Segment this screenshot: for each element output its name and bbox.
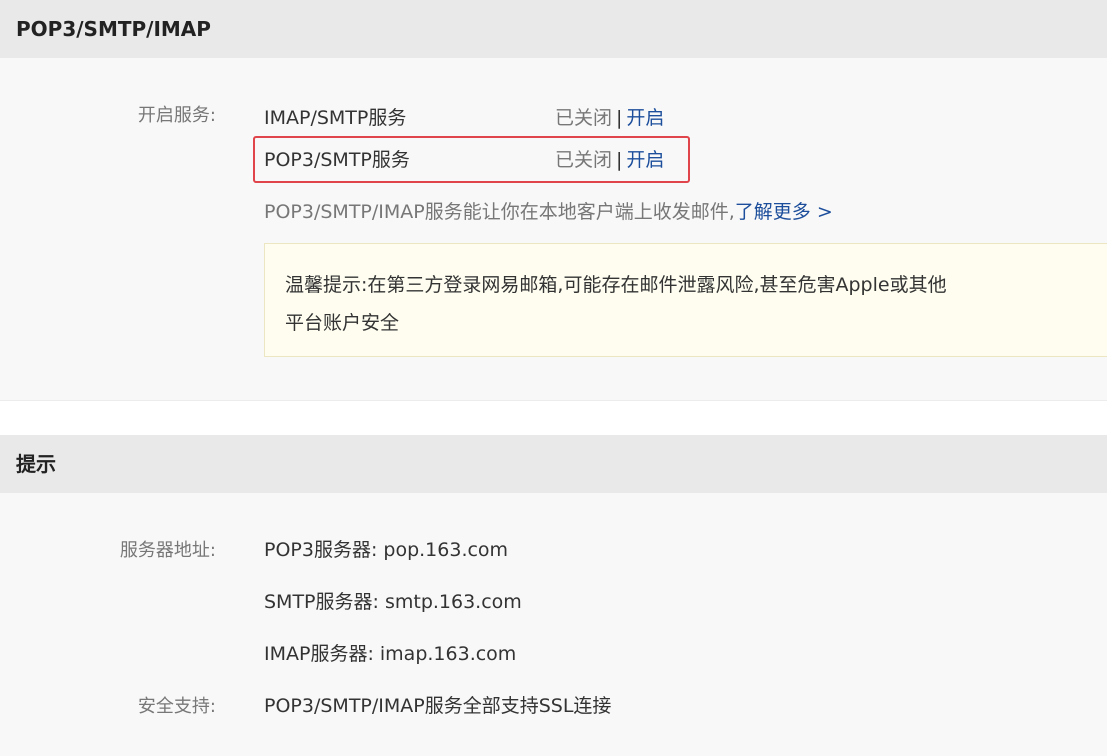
- enable-pop3-smtp-link[interactable]: 开启: [626, 149, 664, 171]
- learn-more-link[interactable]: 了解更多 >: [735, 201, 833, 223]
- service-name-pop3-smtp: POP3/SMTP服务: [264, 149, 410, 171]
- description-text: POP3/SMTP/IMAP服务能让你在本地客户端上收发邮件,: [264, 201, 735, 223]
- service-name-imap-smtp: IMAP/SMTP服务: [264, 107, 407, 129]
- service-status: 已关闭: [555, 149, 613, 171]
- smtp-server: SMTP服务器: smtp.163.com: [264, 591, 522, 613]
- warning-box: 温馨提示:在第三方登录网易邮箱,可能存在邮件泄露风险,甚至危害Apple或其他 …: [264, 243, 1107, 357]
- service-status: 已关闭: [555, 107, 613, 129]
- pop3-server: POP3服务器: pop.163.com: [264, 539, 509, 561]
- service-status-row-imap: 已关闭 | 开启: [555, 103, 664, 130]
- separator: |: [616, 107, 623, 129]
- section-header-pop3-smtp-imap: POP3/SMTP/IMAP: [0, 0, 1107, 58]
- server-address-label: 服务器地址:: [119, 540, 216, 561]
- imap-server: IMAP服务器: imap.163.com: [264, 643, 517, 665]
- enable-imap-smtp-link[interactable]: 开启: [626, 107, 664, 129]
- section-header-tips: 提示: [0, 435, 1107, 493]
- service-status-row-pop3: 已关闭 | 开启: [555, 145, 664, 172]
- section-title: 提示: [16, 452, 56, 476]
- security-support-label: 安全支持:: [137, 696, 216, 717]
- separator: |: [616, 149, 623, 171]
- service-description: POP3/SMTP/IMAP服务能让你在本地客户端上收发邮件,了解更多 >: [264, 197, 833, 224]
- section-title: POP3/SMTP/IMAP: [16, 17, 211, 41]
- services-label: 开启服务:: [137, 105, 216, 126]
- warning-line-1: 温馨提示:在第三方登录网易邮箱,可能存在邮件泄露风险,甚至危害Apple或其他: [285, 274, 947, 296]
- security-support-value: POP3/SMTP/IMAP服务全部支持SSL连接: [264, 695, 612, 717]
- warning-line-2: 平台账户安全: [285, 312, 400, 334]
- section-divider: [0, 400, 1107, 401]
